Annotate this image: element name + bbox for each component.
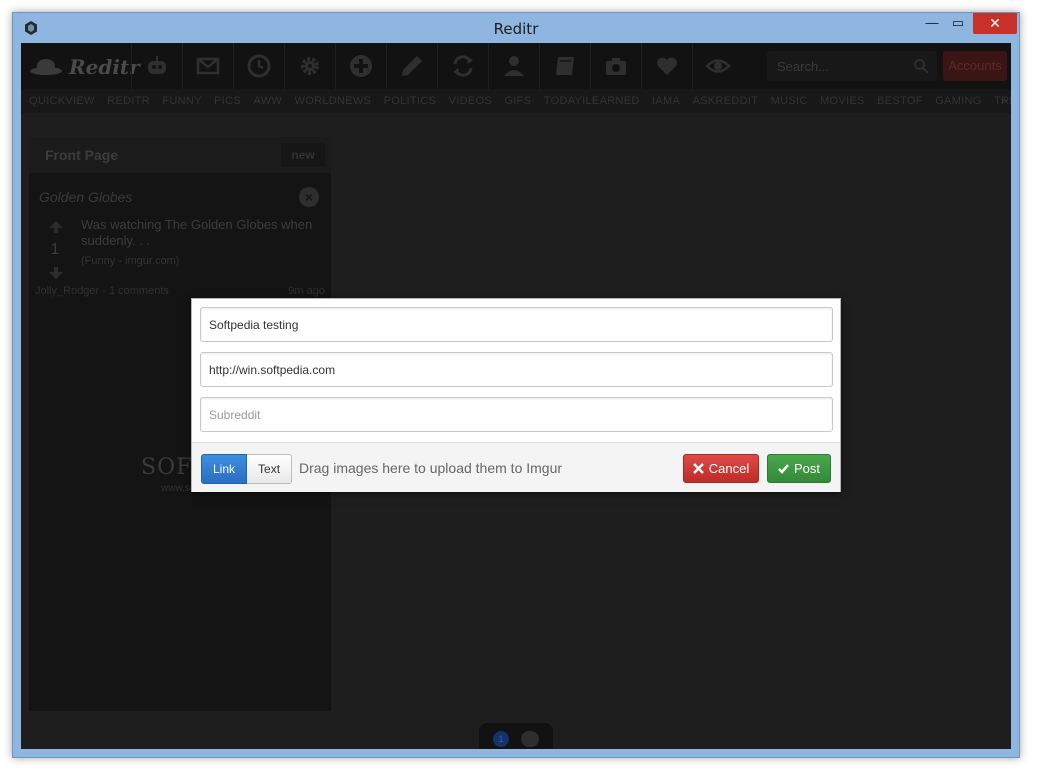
panel-title: Front Page: [45, 147, 119, 163]
dialog-footer: Link Text Drag images here to upload the…: [192, 442, 840, 492]
imgur-drop-zone[interactable]: Drag images here to upload them to Imgur: [299, 460, 562, 476]
bottom-dock: 1: [479, 723, 553, 749]
panel-header: Front Page new: [29, 137, 331, 173]
maximize-button[interactable]: ▭: [945, 13, 971, 34]
clock-icon[interactable]: [233, 43, 284, 89]
post-title-input[interactable]: [200, 307, 833, 342]
story-group-title: Golden Globes: [39, 189, 133, 205]
subnav-more-icon[interactable]: »: [1001, 89, 1007, 113]
subnav-item[interactable]: GIFS: [504, 89, 531, 113]
camera-icon[interactable]: [590, 43, 641, 89]
post-label: Post: [793, 461, 820, 476]
subnav-item[interactable]: REDITR: [107, 89, 150, 113]
x-icon: [692, 463, 704, 474]
post-button[interactable]: Post: [767, 454, 831, 483]
sort-new-button[interactable]: new: [281, 143, 325, 167]
story-age: 9m ago: [288, 285, 325, 297]
pencil-icon[interactable]: [386, 43, 437, 89]
subnav-item[interactable]: PICS: [214, 89, 241, 113]
plus-icon[interactable]: [335, 43, 386, 89]
subnav-item[interactable]: FUNNY: [162, 89, 201, 113]
check-icon: [778, 464, 789, 474]
close-group-icon[interactable]: ×: [299, 187, 319, 207]
story-source: (Funny - imgur.com): [81, 255, 180, 267]
subreddit-nav: QUICKVIEW REDITR FUNNY PICS AWW WORLDNEW…: [21, 89, 1011, 113]
subnav-item[interactable]: POLITICS: [384, 89, 437, 113]
gear-icon[interactable]: [284, 43, 335, 89]
subnav-item[interactable]: WORLDNEWS: [295, 89, 372, 113]
close-window-button[interactable]: ✕: [973, 13, 1017, 34]
search-box[interactable]: Search...: [767, 51, 937, 81]
subnav-item[interactable]: ASKREDDIT: [693, 89, 759, 113]
post-url-input[interactable]: [200, 352, 833, 387]
text-type-button[interactable]: Text: [247, 454, 293, 484]
mail-icon[interactable]: [182, 43, 233, 89]
accounts-button[interactable]: Accounts: [943, 51, 1007, 81]
refresh-icon[interactable]: [437, 43, 488, 89]
cancel-label: Cancel: [708, 461, 750, 476]
story-author-comments[interactable]: Jolly_Rodger - 1 comments: [35, 285, 169, 297]
search-input[interactable]: Search...: [777, 59, 829, 74]
subnav-item[interactable]: VIDEOS: [449, 89, 492, 113]
link-type-button[interactable]: Link: [201, 454, 248, 484]
subnav-item[interactable]: MOVIES: [820, 89, 865, 113]
submit-post-dialog: Link Text Drag images here to upload the…: [191, 298, 841, 492]
reditr-logo[interactable]: Reditr: [29, 51, 140, 81]
user-icon[interactable]: [488, 43, 539, 89]
subnav-item[interactable]: IAMA: [652, 89, 680, 113]
subreddit-input[interactable]: [200, 397, 833, 432]
alien-hat-icon: [30, 59, 62, 75]
heart-icon[interactable]: [641, 43, 692, 89]
dock-bot-icon[interactable]: [521, 731, 539, 747]
subnav-item[interactable]: TODAYILEARNED: [544, 89, 640, 113]
main-toolbar: Reditr Search... Accounts: [21, 43, 1011, 89]
downvote-icon[interactable]: [49, 267, 63, 279]
search-icon: [914, 59, 929, 74]
post-type-toggle: Link Text: [201, 454, 293, 484]
vote-count: 1: [50, 241, 60, 258]
story-title-link[interactable]: Was watching The Golden Globes when sudd…: [81, 217, 321, 249]
cancel-button[interactable]: Cancel: [683, 454, 759, 483]
subnav-item[interactable]: QUICKVIEW: [29, 89, 95, 113]
toolbar-icons: [131, 43, 743, 89]
logo-text: Reditr: [69, 55, 140, 79]
subnav-item[interactable]: MUSIC: [771, 89, 808, 113]
window-title: Reditr: [493, 20, 539, 38]
page-indicator-badge[interactable]: 1: [493, 731, 509, 747]
subnav-item[interactable]: AWW: [253, 89, 282, 113]
minimize-button[interactable]: —: [919, 13, 945, 34]
bot-icon[interactable]: [131, 43, 182, 89]
title-bar[interactable]: Reditr — ▭ ✕: [13, 13, 1019, 43]
subnav-item[interactable]: GAMING: [935, 89, 981, 113]
book-icon[interactable]: [539, 43, 590, 89]
subnav-item[interactable]: BESTOF: [877, 89, 923, 113]
eye-icon[interactable]: [692, 43, 743, 89]
upvote-icon[interactable]: [49, 221, 63, 233]
